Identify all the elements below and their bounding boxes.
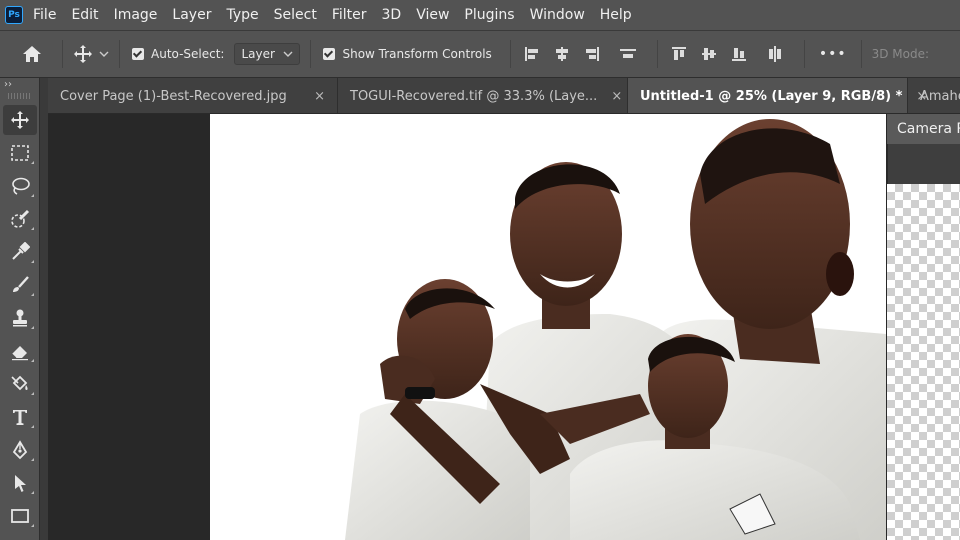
- tab-togui[interactable]: TOGUI-Recovered.tif @ 33.3% (Laye... ×: [338, 78, 628, 113]
- align-bottom-edges-icon[interactable]: [730, 45, 748, 63]
- tab-title: Untitled-1 @ 25% (Layer 9, RGB/8) *: [640, 88, 903, 104]
- tools-panel: ››: [0, 78, 40, 540]
- align-top-edges-icon[interactable]: [670, 45, 688, 63]
- tab-cover-page[interactable]: Cover Page (1)-Best-Recovered.jpg ×: [48, 78, 338, 113]
- tab-untitled-1[interactable]: Untitled-1 @ 25% (Layer 9, RGB/8) * ×: [628, 78, 927, 113]
- canvas-artwork: [345, 119, 886, 540]
- menu-plugins[interactable]: Plugins: [464, 7, 514, 23]
- eraser-tool-icon[interactable]: [3, 336, 37, 366]
- toolbar-collapse-icon[interactable]: ››: [0, 78, 39, 92]
- align-horizontal-centers-icon[interactable]: [553, 45, 571, 63]
- menu-file[interactable]: File: [33, 7, 56, 23]
- options-separator: [509, 40, 511, 68]
- distribute-vertical-icon[interactable]: [766, 45, 784, 63]
- align-right-edges-icon[interactable]: [583, 45, 601, 63]
- photoshop-logo-icon[interactable]: Ps: [5, 6, 23, 24]
- menu-window[interactable]: Window: [530, 7, 585, 23]
- tab-title: Amahe: [920, 88, 960, 104]
- options-separator: [860, 40, 862, 68]
- transparency-checkerboard: [887, 184, 960, 540]
- menu-layer[interactable]: Layer: [172, 7, 211, 23]
- marquee-tool-icon[interactable]: [3, 138, 37, 168]
- auto-select-label: Auto-Select:: [151, 47, 225, 61]
- document-tab-bar: Cover Page (1)-Best-Recovered.jpg × TOGU…: [48, 78, 960, 114]
- show-transform-label: Show Transform Controls: [342, 47, 492, 61]
- tab-title: TOGUI-Recovered.tif @ 33.3% (Laye...: [350, 88, 598, 104]
- paint-bucket-tool-icon[interactable]: [3, 369, 37, 399]
- move-tool-icon[interactable]: [3, 105, 37, 135]
- quick-selection-tool-icon[interactable]: [3, 204, 37, 234]
- menu-view[interactable]: View: [416, 7, 449, 23]
- rectangle-tool-icon[interactable]: [3, 501, 37, 531]
- menu-help[interactable]: Help: [600, 7, 632, 23]
- tab-title: Cover Page (1)-Best-Recovered.jpg: [60, 88, 287, 104]
- auto-select-target-dropdown[interactable]: Layer: [234, 43, 301, 65]
- eyedropper-tool-icon[interactable]: [3, 237, 37, 267]
- menu-image[interactable]: Image: [114, 7, 158, 23]
- home-icon[interactable]: [18, 40, 46, 68]
- menu-type[interactable]: Type: [226, 7, 258, 23]
- toolbar-grip[interactable]: [8, 93, 31, 99]
- tab-amahe[interactable]: Amahe: [908, 78, 960, 113]
- align-vertical-centers-icon[interactable]: [700, 45, 718, 63]
- options-separator: [62, 40, 63, 68]
- show-transform-checkbox[interactable]: [323, 48, 336, 60]
- clone-stamp-tool-icon[interactable]: [3, 303, 37, 333]
- chevron-down-icon: [99, 51, 109, 57]
- menu-select[interactable]: Select: [274, 7, 317, 23]
- pen-tool-icon[interactable]: [3, 435, 37, 465]
- menu-bar: Ps File Edit Image Layer Type Select Fil…: [0, 0, 960, 30]
- close-icon[interactable]: ×: [314, 89, 325, 104]
- menu-3d[interactable]: 3D: [382, 7, 402, 23]
- type-tool-icon[interactable]: [3, 402, 37, 432]
- document-canvas[interactable]: [210, 114, 886, 540]
- lasso-tool-icon[interactable]: [3, 171, 37, 201]
- menu-filter[interactable]: Filter: [332, 7, 367, 23]
- menu-edit[interactable]: Edit: [71, 7, 98, 23]
- brush-tool-icon[interactable]: [3, 270, 37, 300]
- close-icon[interactable]: ×: [611, 89, 622, 104]
- options-separator: [310, 40, 312, 68]
- options-separator: [803, 40, 805, 68]
- distribute-icon[interactable]: [619, 45, 637, 63]
- align-left-edges-icon[interactable]: [523, 45, 541, 63]
- auto-select-checkbox[interactable]: [132, 48, 144, 60]
- chevron-down-icon: [283, 51, 293, 57]
- 3d-mode-label: 3D Mode:: [871, 47, 930, 61]
- options-separator: [119, 40, 120, 68]
- move-tool-preset-icon[interactable]: [73, 44, 109, 64]
- panel-divider[interactable]: [40, 78, 48, 540]
- options-bar: Auto-Select: Layer Show Transform Contro…: [0, 30, 960, 78]
- options-separator: [656, 40, 658, 68]
- camera-raw-panel-title[interactable]: Camera R: [887, 114, 960, 144]
- path-selection-tool-icon[interactable]: [3, 468, 37, 498]
- more-options-button[interactable]: •••: [819, 46, 847, 62]
